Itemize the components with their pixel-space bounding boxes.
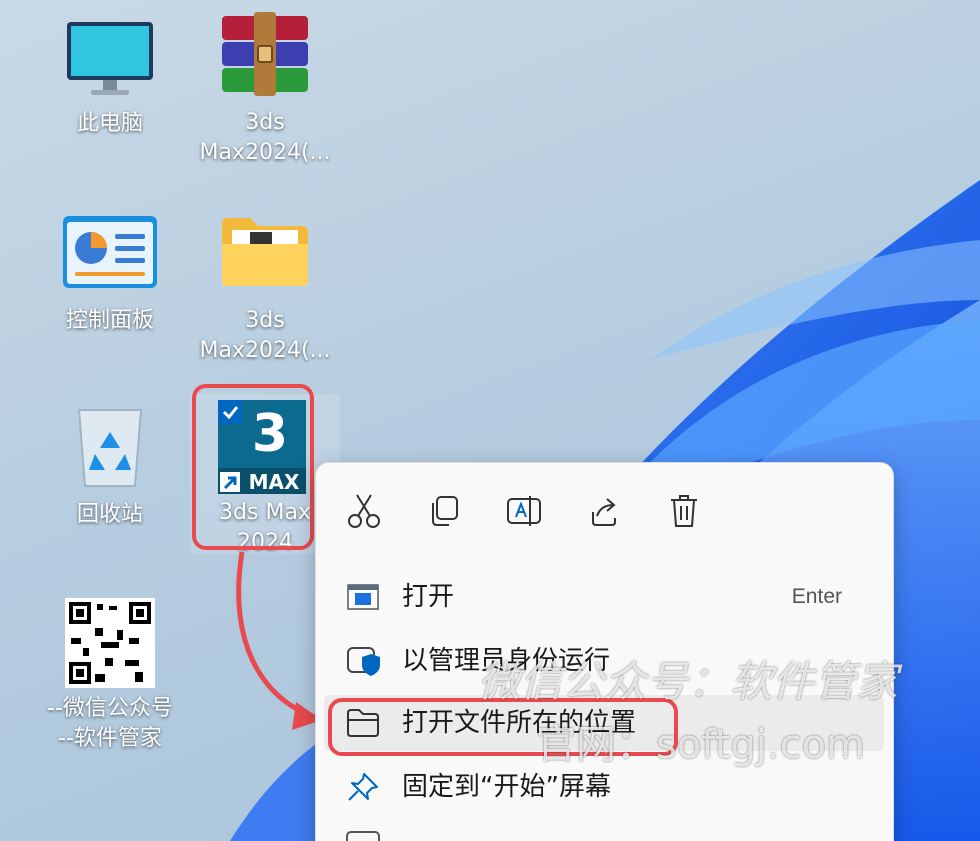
open-window-icon xyxy=(347,584,379,610)
menu-item-shortcut: Enter xyxy=(791,585,842,608)
share-button[interactable] xyxy=(584,491,624,531)
watermark-line2: 官网：softgj.com xyxy=(536,722,866,768)
cut-button[interactable] xyxy=(344,491,384,531)
copy-button[interactable] xyxy=(424,491,464,531)
desktop: 此电脑 3ds Max2024(... 控制面板 3ds Max2024(...… xyxy=(0,0,980,841)
menu-item-open[interactable]: 打开 Enter xyxy=(324,569,884,625)
pin-icon xyxy=(348,773,378,801)
delete-button[interactable] xyxy=(664,491,704,531)
scissors-icon xyxy=(348,494,380,528)
menu-item-partial xyxy=(346,831,380,841)
copy-icon xyxy=(432,496,458,526)
trash-icon xyxy=(671,495,697,527)
rename-button[interactable] xyxy=(504,491,544,531)
menu-item-label: 固定到“开始”屏幕 xyxy=(402,772,611,802)
menu-item-label: 打开 xyxy=(402,582,455,612)
share-icon xyxy=(592,498,616,526)
watermark-line1: 微信公众号：软件管家 xyxy=(478,657,899,706)
admin-shield-icon xyxy=(347,647,380,676)
rename-icon xyxy=(507,496,541,526)
